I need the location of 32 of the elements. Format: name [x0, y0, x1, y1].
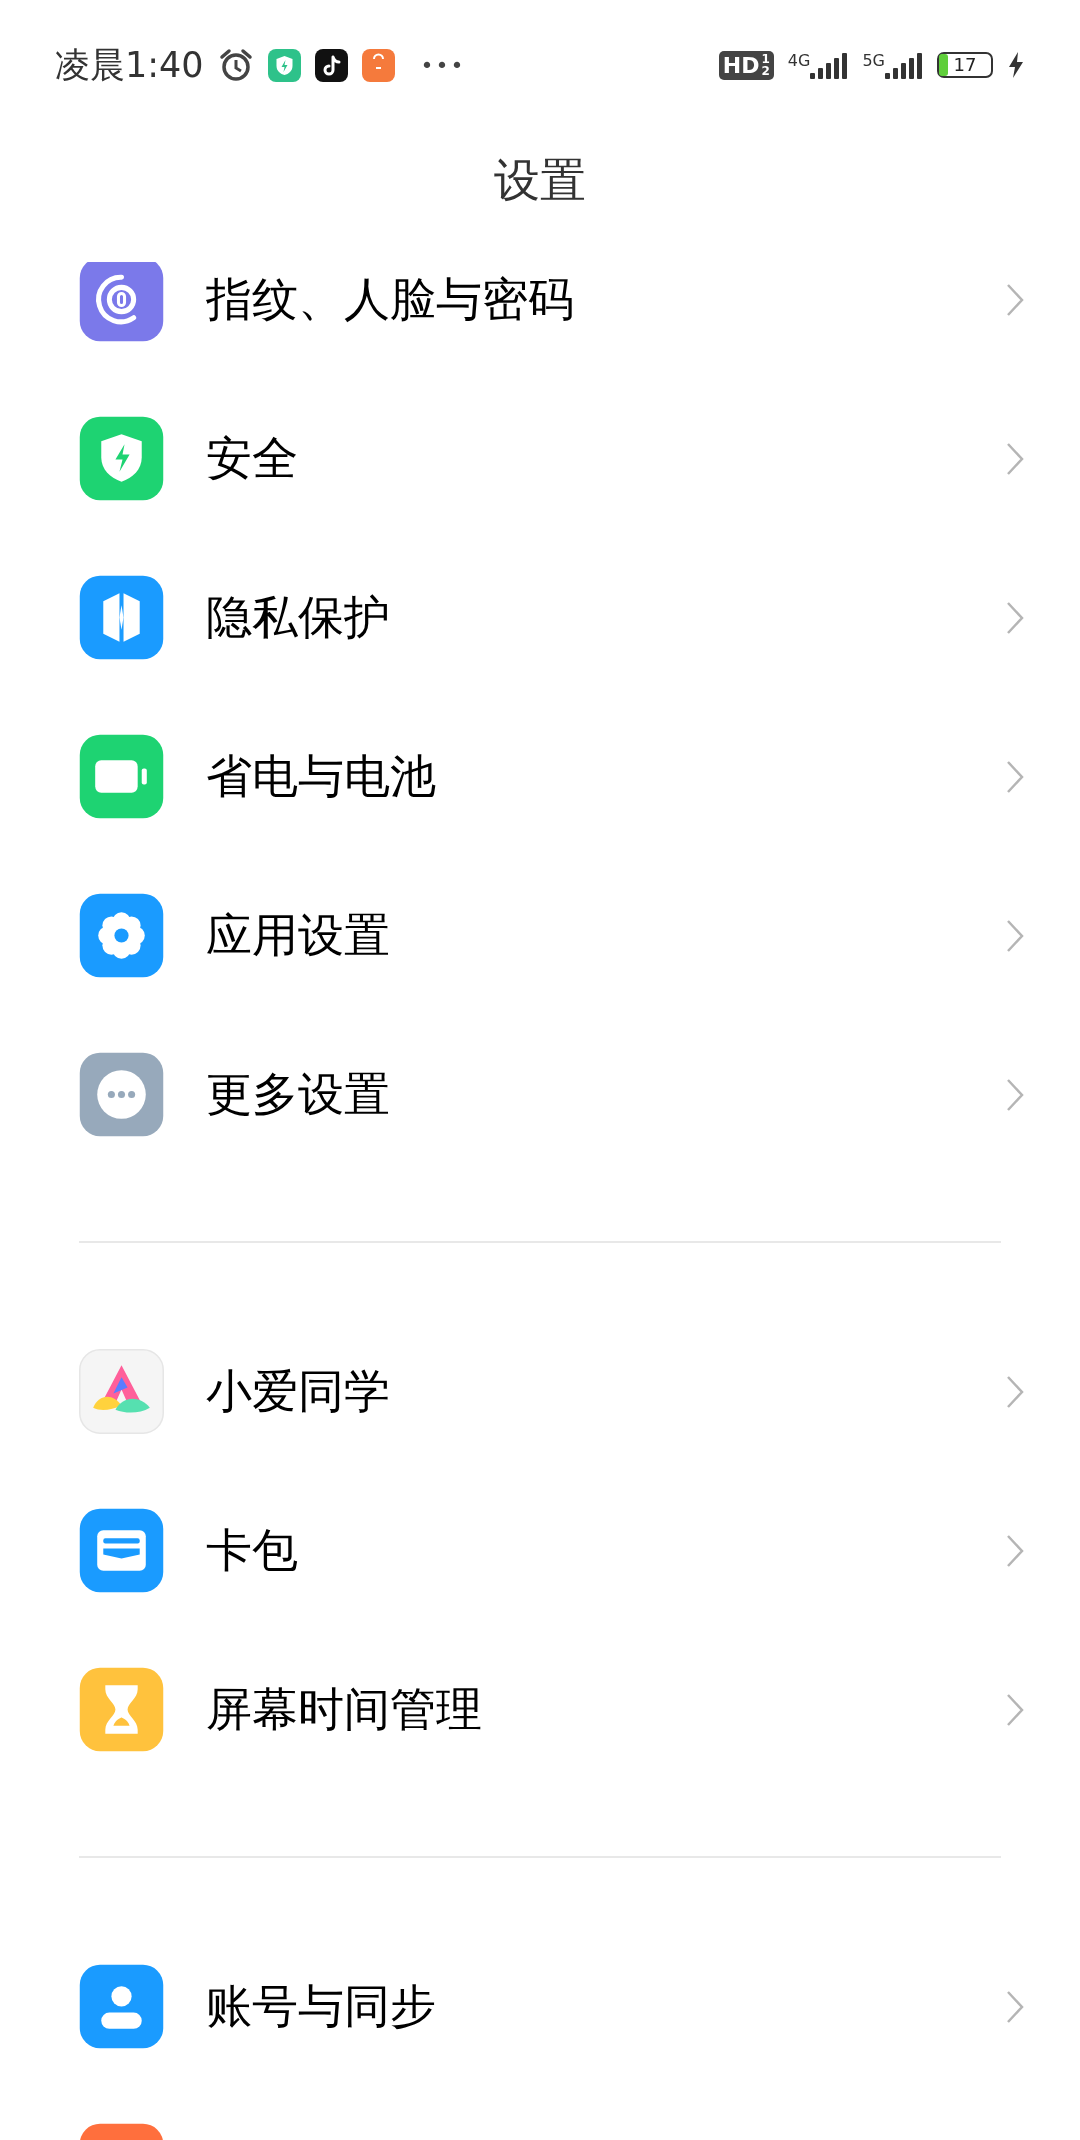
settings-item[interactable]: 小爱同学	[0, 1312, 1080, 1471]
gear-icon	[79, 893, 164, 978]
settings-item[interactable]: 指纹、人脸与密码	[0, 262, 1080, 379]
wallet-icon	[79, 1508, 164, 1593]
shopping-bag-app-icon	[361, 48, 395, 82]
settings-item[interactable]: 应用设置	[0, 856, 1080, 1015]
signal-icon	[810, 51, 849, 79]
page-title: 设置	[494, 152, 586, 209]
settings-item[interactable]: 更多设置	[0, 1015, 1080, 1174]
settings-item[interactable]: 账号与同步	[0, 1927, 1080, 2086]
shield-app-icon	[267, 48, 301, 82]
music-note-app-icon	[314, 48, 348, 82]
settings-item[interactable]: 省电与电池	[0, 697, 1080, 856]
settings-item[interactable]: 安全	[0, 379, 1080, 538]
more-icon	[79, 1052, 164, 1137]
hourglass-icon	[79, 1667, 164, 1752]
battery-icon	[79, 734, 164, 819]
privacy-shield-icon	[79, 575, 164, 660]
person-icon	[79, 1964, 164, 2049]
settings-item[interactable]: 卡包	[0, 1471, 1080, 1630]
signal-icon	[885, 51, 923, 79]
charging-icon	[1007, 51, 1025, 79]
network-type: 5G	[862, 51, 885, 70]
battery-percent: 17	[952, 54, 978, 76]
shield-icon	[79, 416, 164, 501]
network-type: 4G	[787, 51, 811, 70]
settings-item[interactable]: 隐私保护	[0, 538, 1080, 697]
alarm-icon	[217, 47, 254, 83]
clock-time: 凌晨1:40	[55, 43, 204, 87]
more-notifications: •••	[420, 52, 466, 78]
assistant-logo-icon	[79, 1349, 164, 1434]
settings-item[interactable]: 屏幕时间管理	[0, 1630, 1080, 1789]
